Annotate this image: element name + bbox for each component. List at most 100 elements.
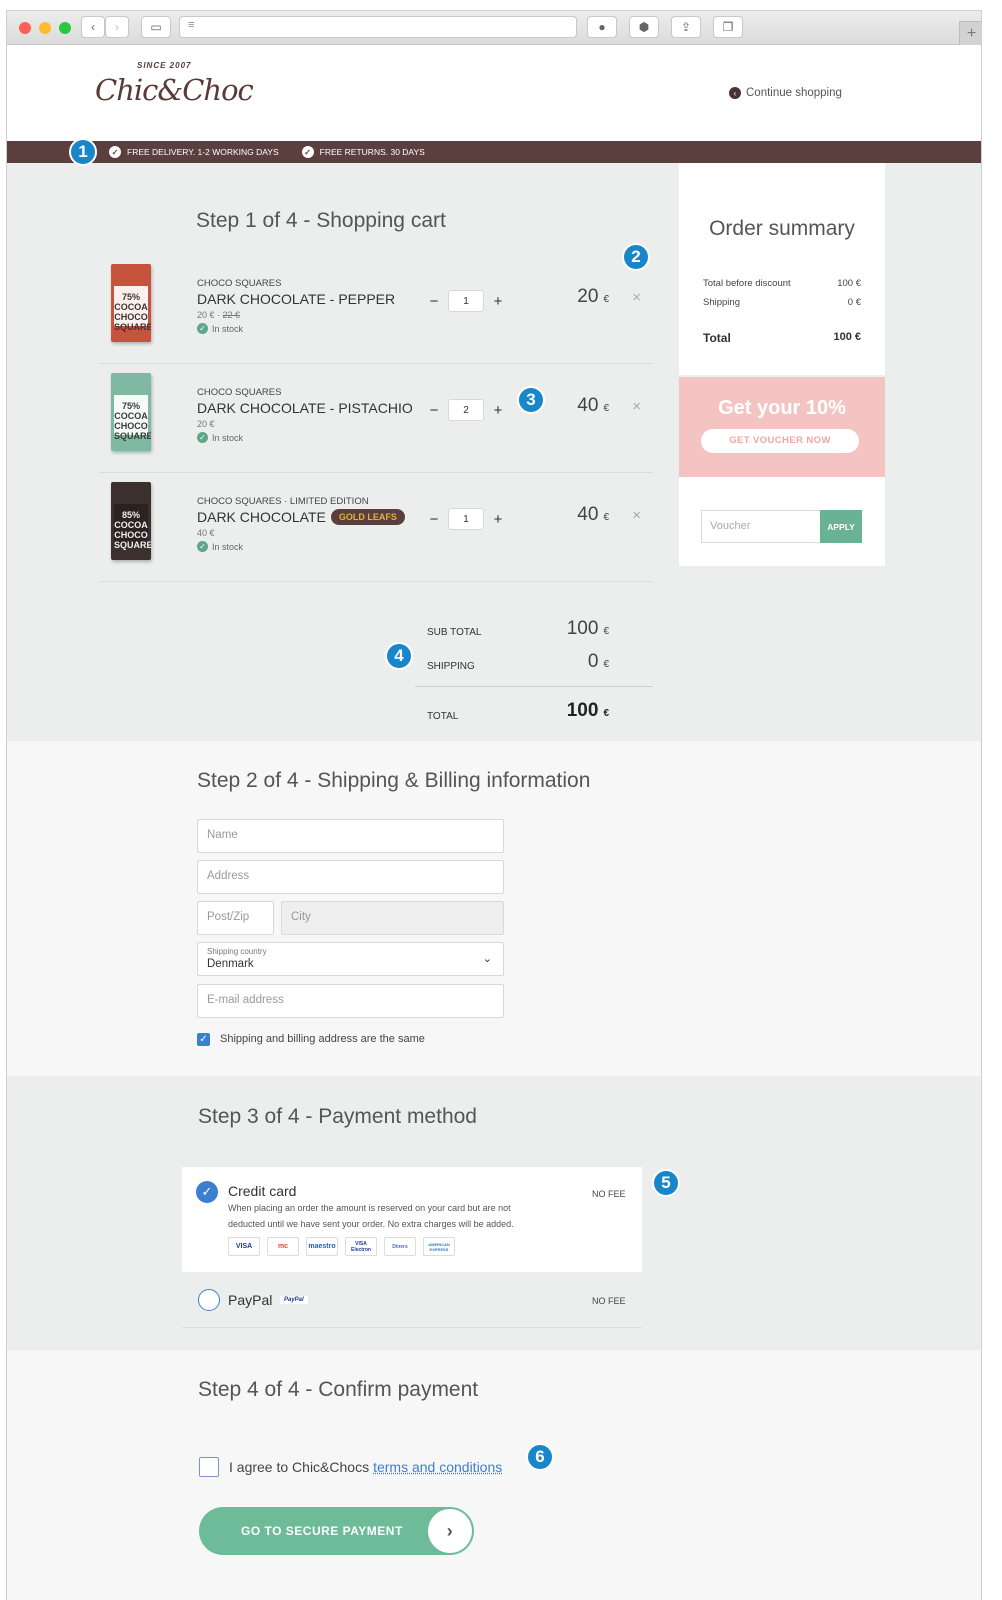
shipping-country-value: Denmark [207, 958, 254, 970]
annotation-badge: 3 [517, 386, 545, 414]
qty-plus-button[interactable]: + [490, 293, 506, 310]
voucher-input[interactable]: Voucher [701, 510, 820, 543]
promo-item-returns: ✓ FREE RETURNS. 30 DAYS [301, 146, 425, 158]
qty-input[interactable]: 1 [448, 290, 484, 312]
sidebar-icon[interactable]: ▭ [141, 16, 171, 38]
summary-row: Shipping 0 € [703, 297, 861, 308]
summary-total-value: 100 € [833, 331, 861, 343]
check-circle-icon: ✓ [197, 541, 208, 552]
pay-button-label: GO TO SECURE PAYMENT [241, 1524, 403, 1538]
visa-electron-logo: VISA Electron [345, 1237, 377, 1256]
check-circle-icon: ✓ [109, 146, 121, 158]
email-field[interactable]: E-mail address [197, 984, 504, 1018]
qty-plus-button[interactable]: + [490, 402, 506, 419]
promo-returns-text: FREE RETURNS. 30 DAYS [319, 147, 425, 157]
qty-minus-button[interactable]: − [426, 511, 442, 528]
remove-item-button[interactable]: × [632, 289, 641, 306]
arrow-right-icon: › [428, 1509, 472, 1553]
chevron-down-icon: ⌄ [482, 953, 492, 965]
continue-shopping-link[interactable]: ‹ Continue shopping [729, 87, 842, 99]
credit-card-radio[interactable]: ✓ [196, 1181, 218, 1203]
currency: € [603, 659, 609, 670]
credit-card-desc-line2: deducted until we have sent your order. … [228, 1219, 514, 1229]
same-address-checkbox[interactable]: ✓ [197, 1033, 210, 1046]
get-voucher-button[interactable]: GET VOUCHER NOW [701, 429, 859, 453]
new-tab-button[interactable]: + [959, 21, 981, 45]
cart-item: 75% COCOA CHOCO SQUARES CHOCO SQUARES DA… [99, 255, 653, 364]
maximize-window-button[interactable] [59, 22, 71, 34]
terms-agreement: I agree to Chic&Chocs terms and conditio… [199, 1457, 502, 1477]
qty-input[interactable]: 1 [448, 508, 484, 530]
currency: € [603, 294, 609, 305]
product-brand-edition: LIMITED EDITION [289, 496, 369, 507]
paypal-radio[interactable] [198, 1289, 220, 1311]
shield-icon[interactable]: ● [587, 16, 617, 38]
share-icon[interactable]: ⇪ [671, 16, 701, 38]
minimize-window-button[interactable] [39, 22, 51, 34]
payment-option-paypal[interactable]: PayPal PayPal NO FEE [182, 1272, 642, 1328]
shipping-amount: 0 [587, 651, 599, 672]
voucher-form: Voucher APPLY [679, 477, 885, 566]
summary-row-value: 100 € [837, 278, 861, 289]
summary-row-value: 0 € [847, 297, 861, 308]
tabs-icon[interactable]: ❐ [713, 16, 743, 38]
visa-logo: VISA [228, 1237, 260, 1256]
apply-voucher-button[interactable]: APPLY [820, 510, 862, 543]
totals-divider [415, 686, 653, 687]
name-field[interactable]: Name [197, 819, 504, 853]
summary-total-row: Total 100 € [703, 331, 861, 345]
extension-icon[interactable]: ⬢ [629, 16, 659, 38]
check-circle-icon: ✓ [197, 323, 208, 334]
reader-icon[interactable]: ≡ [188, 19, 194, 31]
paypal-fee: NO FEE [592, 1296, 626, 1306]
remove-item-button[interactable]: × [632, 507, 641, 524]
shipping-country-label: Shipping country [207, 947, 267, 956]
credit-card-label: Credit card [228, 1183, 297, 1199]
check-circle-icon: ✓ [301, 146, 314, 158]
product-price: 20 € [197, 419, 215, 429]
chevron-left-icon: ‹ [729, 87, 741, 99]
forward-icon[interactable]: › [105, 16, 129, 38]
product-image: 75% COCOA CHOCO SQUARES [111, 264, 151, 342]
stock-status: ✓ In stock [197, 541, 243, 552]
address-bar[interactable]: ≡ [179, 16, 577, 38]
line-price: 40 € [577, 504, 609, 526]
address-field[interactable]: Address [197, 860, 504, 894]
qty-minus-button[interactable]: − [426, 402, 442, 419]
logo[interactable]: SINCE 2007 Chic&Choc [95, 59, 254, 125]
total-label: TOTAL [427, 711, 459, 722]
product-image: 85% COCOA CHOCO SQUARES [111, 482, 151, 560]
browser-window: ‹ › ▭ ≡ ● ⬢ ⇪ ❐ + SINCE 2007 Chic&Choc ‹… [6, 10, 982, 1600]
product-price: 20 € [197, 310, 215, 320]
back-icon[interactable]: ‹ [81, 16, 105, 38]
product-brand: CHOCO SQUARES [197, 278, 282, 289]
step4-title: Step 4 of 4 - Confirm payment [198, 1378, 479, 1401]
shipping-country-select[interactable]: Shipping country Denmark ⌄ [197, 942, 504, 976]
credit-card-desc-line1: When placing an order the amount is rese… [228, 1203, 511, 1213]
zip-field[interactable]: Post/Zip [197, 901, 274, 935]
summary-row-label: Shipping [703, 297, 740, 308]
qty-plus-button[interactable]: + [490, 511, 506, 528]
city-field[interactable]: City [281, 901, 504, 935]
terms-link[interactable]: terms and conditions [373, 1459, 502, 1475]
product-old-price: 22 € [222, 310, 241, 320]
stock-label: In stock [212, 541, 244, 552]
maestro-logo: maestro [306, 1237, 338, 1256]
terms-checkbox[interactable] [199, 1457, 219, 1477]
close-window-button[interactable] [19, 22, 31, 34]
go-to-secure-payment-button[interactable]: GO TO SECURE PAYMENT › [199, 1507, 474, 1555]
summary-row-label: Total before discount [703, 278, 791, 289]
qty-input[interactable]: 2 [448, 399, 484, 421]
mastercard-logo: mc [267, 1237, 299, 1256]
step2-title: Step 2 of 4 - Shipping & Billing informa… [197, 769, 591, 792]
subtotal-value: 100 € [567, 618, 609, 640]
product-image-label: 75% COCOA CHOCO SQUARES [114, 286, 151, 332]
order-summary: Order summary Total before discount 100 … [679, 163, 885, 375]
annotation-badge: 4 [385, 642, 413, 670]
shipping-label: SHIPPING [427, 661, 475, 672]
currency: € [603, 708, 609, 719]
qty-minus-button[interactable]: − [426, 293, 442, 310]
annotation-badge: 5 [652, 1169, 680, 1197]
remove-item-button[interactable]: × [632, 398, 641, 415]
payment-option-credit-card[interactable]: ✓ Credit card NO FEE When placing an ord… [182, 1167, 642, 1272]
